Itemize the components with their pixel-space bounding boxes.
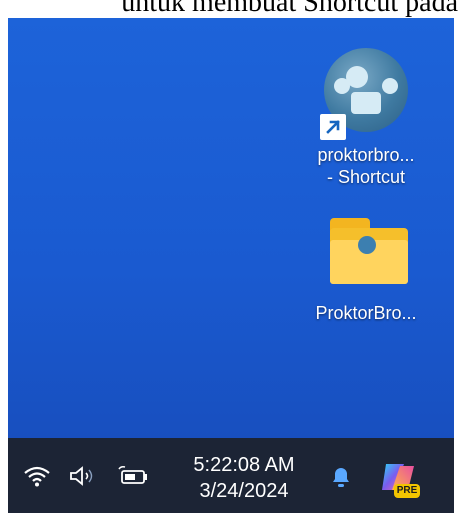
desktop[interactable]: proktorbro... - Shortcut ProktorBro... <box>8 18 454 438</box>
copilot-pre-badge: PRE <box>396 485 418 496</box>
wifi-icon[interactable] <box>22 462 52 490</box>
battery-icon[interactable] <box>116 462 152 490</box>
copilot-icon[interactable]: PRE <box>380 460 424 500</box>
shortcut-label-line2: - Shortcut <box>326 167 406 187</box>
clock-time: 5:22:08 AM <box>193 454 295 476</box>
desktop-icon-proktorbro-shortcut[interactable]: proktorbro... - Shortcut <box>296 48 436 188</box>
notification-bell-icon[interactable] <box>326 462 356 492</box>
desktop-icon-proktorbro-folder[interactable]: ProktorBro... <box>296 218 436 324</box>
proktor-app-icon <box>320 48 408 140</box>
shortcut-label-line1: proktorbro... <box>317 145 415 165</box>
system-clock[interactable]: 5:22:08 AM 3/24/2024 <box>184 452 304 504</box>
volume-icon[interactable] <box>66 462 100 490</box>
folder-icon <box>324 218 408 284</box>
taskbar: 5:22:08 AM 3/24/2024 PRE <box>8 438 454 513</box>
clock-date: 3/24/2024 <box>199 480 289 502</box>
page-caption-text: untuk membuat Shortcut pada <box>121 0 458 18</box>
folder-label: ProktorBro... <box>315 303 417 323</box>
shortcut-arrow-icon <box>320 114 346 140</box>
